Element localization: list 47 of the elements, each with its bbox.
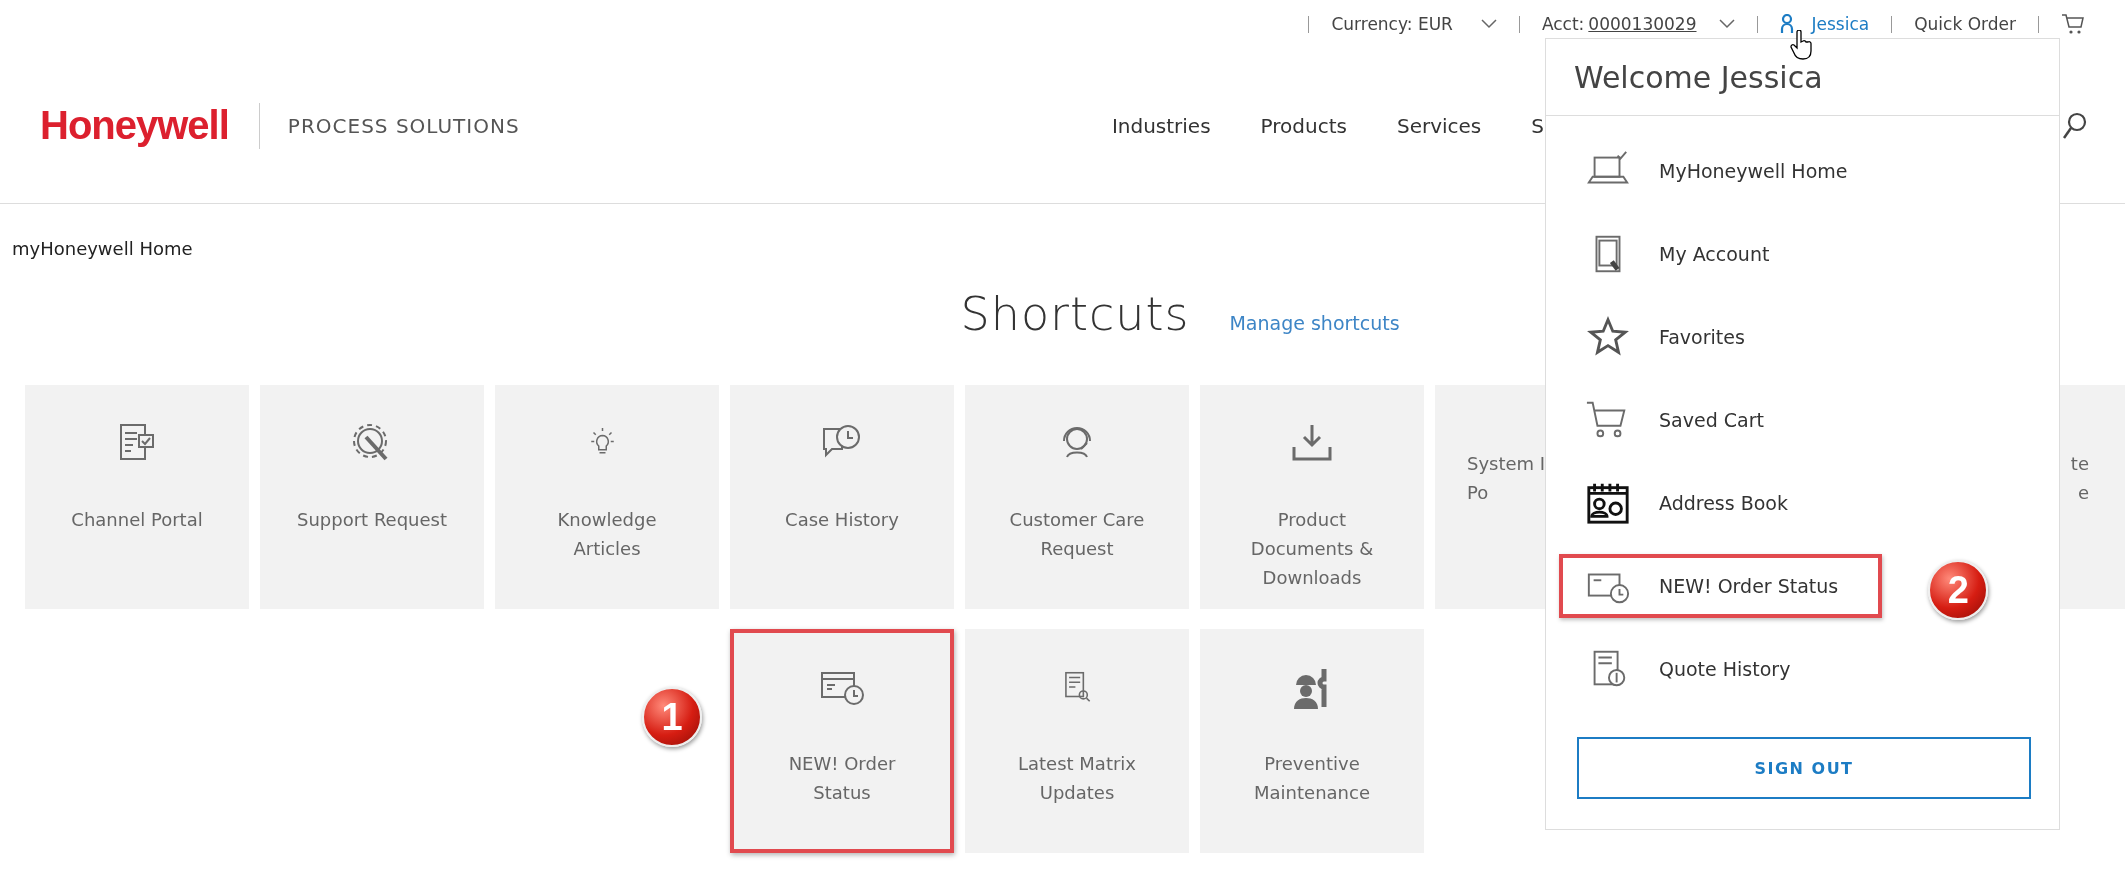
- tile-label: Knowledge Articles: [557, 508, 657, 561]
- manage-shortcuts-link[interactable]: Manage shortcuts: [1229, 312, 1400, 334]
- sign-out-button[interactable]: SIGN OUT: [1577, 737, 2031, 799]
- tile-label: Customer Care Request: [1009, 508, 1145, 561]
- section-title: Shortcuts: [960, 287, 1190, 341]
- tile-label: Product Documents & Downloads: [1250, 508, 1374, 590]
- tile-label: te e: [2070, 452, 2089, 505]
- search-icon[interactable]: [2062, 111, 2088, 140]
- shortcut-tile[interactable]: Support Request: [260, 385, 484, 609]
- menu-item[interactable]: Favorites: [1559, 305, 1789, 369]
- menu-item[interactable]: MyHoneywell Home: [1559, 139, 1892, 203]
- breadcrumb[interactable]: myHoneywell Home: [12, 238, 193, 259]
- user-icon: [1779, 14, 1794, 34]
- menu-item[interactable]: Saved Cart: [1559, 388, 1808, 452]
- nav-item[interactable]: Services: [1396, 113, 1482, 138]
- cart-icon[interactable]: [2061, 13, 2085, 35]
- shortcut-tile[interactable]: Knowledge Articles: [495, 385, 719, 609]
- menu-item[interactable]: Address Book: [1559, 471, 1832, 535]
- nav-item[interactable]: Products: [1260, 113, 1347, 138]
- quick-order-link[interactable]: Quick Order: [1914, 14, 2016, 34]
- tile-label: System I Po: [1467, 452, 1546, 505]
- menu-item[interactable]: Quote History: [1559, 637, 1835, 701]
- tile-label: Latest Matrix Updates: [1018, 752, 1136, 805]
- nav-item[interactable]: S: [1531, 113, 1544, 138]
- division-name: PROCESS SOLUTIONS: [258, 102, 520, 149]
- shortcut-tile[interactable]: Channel Portal: [25, 385, 249, 609]
- user-link[interactable]: Jessica: [1811, 14, 1870, 34]
- currency-selector[interactable]: Currency: EUR: [1331, 14, 1453, 34]
- shortcut-tile[interactable]: Preventive Maintenance: [1200, 629, 1424, 853]
- callout-badge: 2: [1928, 560, 1989, 620]
- tile-label: Preventive Maintenance: [1254, 752, 1370, 805]
- shortcut-tile[interactable]: Customer Care Request: [965, 385, 1189, 609]
- tile-label: Support Request: [297, 508, 447, 532]
- chevron-down-icon[interactable]: [1718, 19, 1735, 29]
- tile-label: Channel Portal: [71, 508, 203, 532]
- callout-badge: 1: [642, 687, 702, 747]
- menu-item[interactable]: My Account: [1559, 222, 1814, 286]
- logo[interactable]: Honeywell: [40, 103, 229, 148]
- shortcut-tile[interactable]: Latest Matrix Updates: [965, 629, 1189, 853]
- chevron-down-icon[interactable]: [1480, 19, 1497, 29]
- tile-label: Case History: [785, 508, 899, 532]
- account-label: Acct:: [1541, 14, 1585, 34]
- tile-label: NEW! Order Status: [788, 752, 896, 805]
- nav-item[interactable]: Industries: [1111, 113, 1211, 138]
- account-number-link[interactable]: 0000130029: [1588, 14, 1697, 34]
- shortcut-tile[interactable]: Case History: [730, 385, 954, 609]
- shortcut-tile[interactable]: Product Documents & Downloads: [1200, 385, 1424, 609]
